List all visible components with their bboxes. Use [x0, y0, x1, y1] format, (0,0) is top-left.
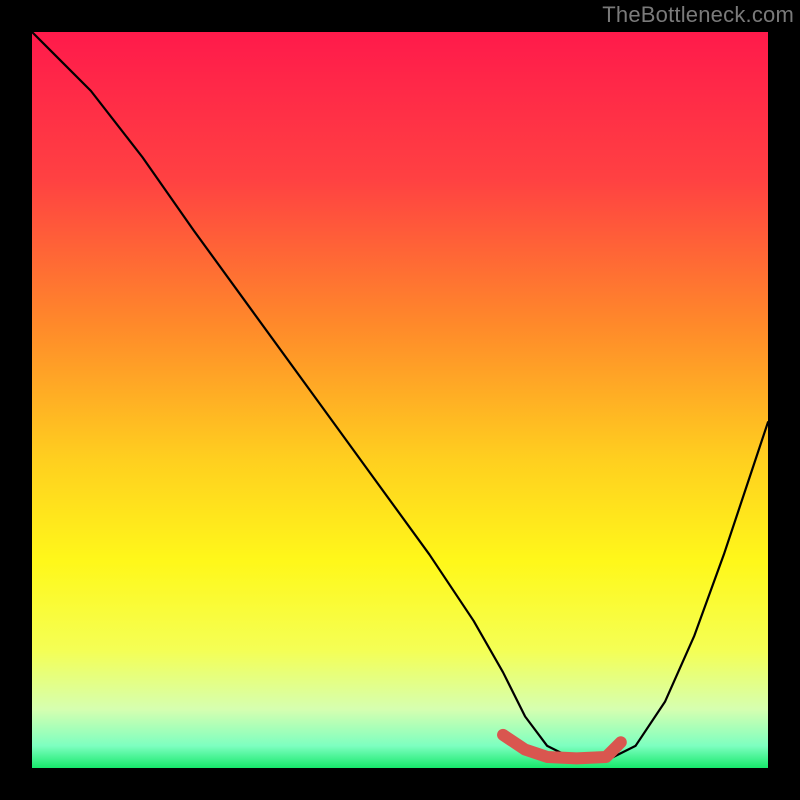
chart-frame: TheBottleneck.com: [0, 0, 800, 800]
watermark-text: TheBottleneck.com: [602, 2, 794, 28]
gradient-background: [32, 32, 768, 768]
plot-area: [32, 32, 768, 768]
bottleneck-chart: [32, 32, 768, 768]
